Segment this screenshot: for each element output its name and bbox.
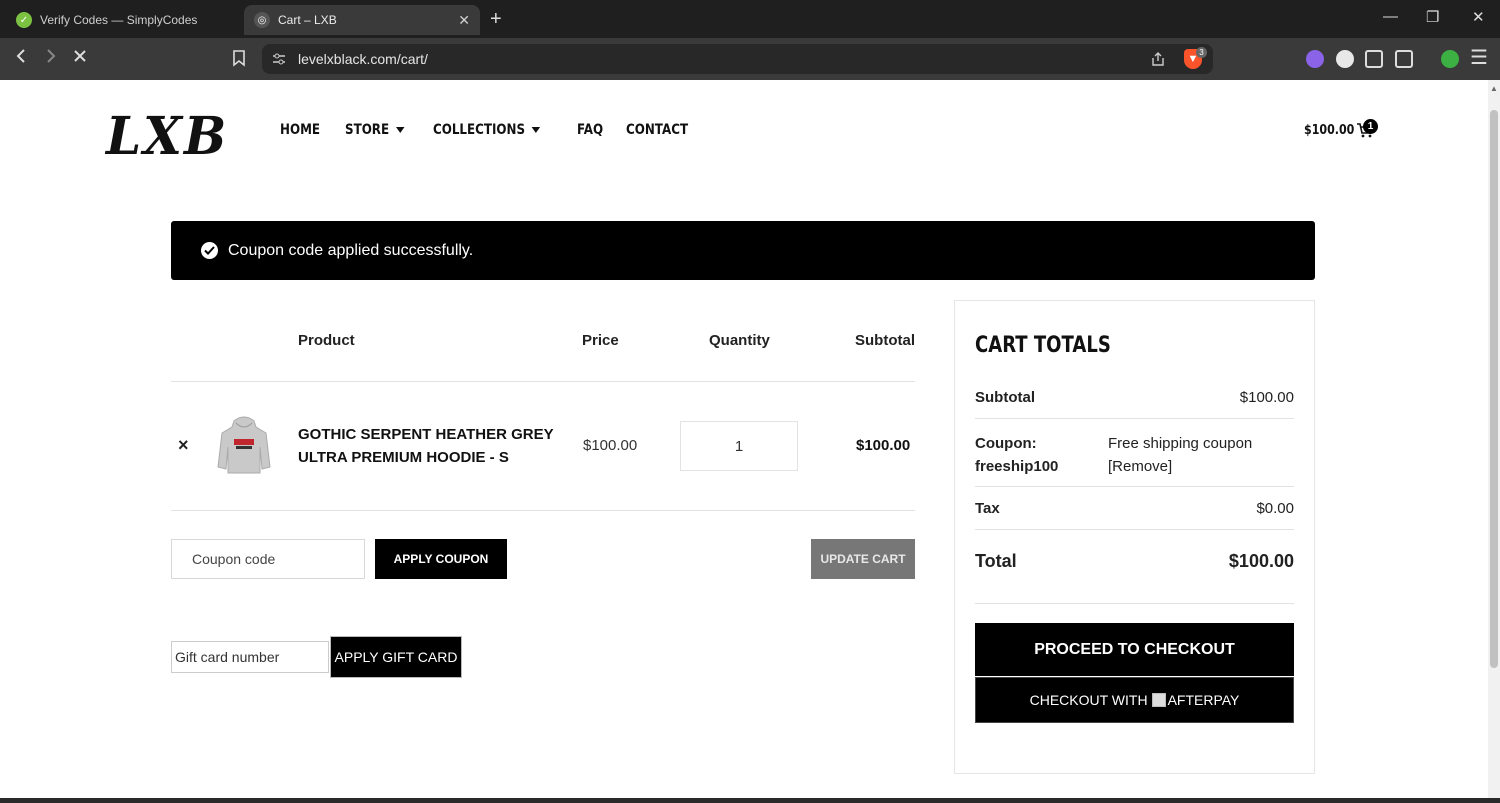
nav-home[interactable]: HOME <box>280 122 320 138</box>
shields-count-badge: 3 <box>1196 47 1207 58</box>
success-notice: Coupon code applied successfully. <box>171 221 1315 280</box>
nav-label: COLLECTIONS <box>433 122 526 138</box>
nav-store[interactable]: STORE <box>345 122 405 138</box>
afterpay-prefix: CHECKOUT WITH <box>1029 692 1148 708</box>
reader-mode-icon[interactable] <box>1395 50 1413 68</box>
browser-tab-bar: ✓ Verify Codes — SimplyCodes ◎ Cart – LX… <box>0 0 1500 38</box>
nav-label: FAQ <box>577 122 604 138</box>
minimize-button[interactable]: — <box>1383 8 1398 25</box>
close-icon <box>74 50 86 62</box>
total-value: $100.00 <box>1228 551 1294 571</box>
extension-icon[interactable] <box>1336 50 1354 68</box>
nav-collections[interactable]: COLLECTIONS <box>433 122 541 138</box>
divider <box>975 529 1294 530</box>
nav-faq[interactable]: FAQ <box>577 122 603 138</box>
nav-label: CONTACT <box>626 122 689 138</box>
caret-down-icon <box>396 127 405 133</box>
profile-avatar-icon[interactable] <box>1441 50 1459 68</box>
coupon-value: Free shipping coupon [Remove] <box>1108 432 1252 478</box>
share-icon[interactable] <box>1150 51 1166 72</box>
divider <box>975 418 1294 419</box>
bookmark-icon <box>233 50 245 67</box>
lxb-favicon-icon: ◎ <box>254 12 270 28</box>
proceed-to-checkout-button[interactable]: PROCEED TO CHECKOUT <box>975 623 1294 676</box>
coupon-label-line: Coupon: <box>975 435 1037 452</box>
simplycodes-favicon-icon: ✓ <box>16 12 32 28</box>
puzzle-icon[interactable] <box>1365 50 1383 68</box>
divider <box>171 510 915 511</box>
tab-title: Cart – LXB <box>278 13 337 27</box>
remove-item-button[interactable]: × <box>178 435 189 456</box>
web-page: LXB HOME STORE COLLECTIONS FAQ CONTACT $… <box>0 80 1488 798</box>
afterpay-logo: AFTERPAY <box>1151 692 1240 708</box>
coupon-code-name: freeship100 <box>975 458 1059 475</box>
nav-label: STORE <box>345 122 390 138</box>
caret-down-icon <box>531 127 541 133</box>
window-close-button[interactable]: ✕ <box>1472 8 1485 26</box>
chevron-left-icon <box>16 49 25 63</box>
site-logo[interactable]: LXB <box>106 105 228 167</box>
remove-coupon-link[interactable]: [Remove] <box>1108 455 1252 478</box>
tax-value: $0.00 <box>1256 500 1294 517</box>
subtotal-label: Subtotal <box>975 389 1035 406</box>
divider <box>975 603 1294 604</box>
tab-cart[interactable]: ◎ Cart – LXB ✕ <box>244 5 480 35</box>
bookmark-button[interactable] <box>232 49 246 72</box>
chevron-right-icon <box>47 49 56 63</box>
product-name-line: ULTRA PREMIUM HOODIE - S <box>298 449 509 466</box>
cart-totals-title: CART TOTALS <box>975 333 1111 358</box>
apply-coupon-button[interactable]: APPLY COUPON <box>375 539 507 579</box>
site-settings-icon[interactable] <box>272 52 286 71</box>
browser-toolbar: levelxblack.com/cart/ ▼ 3 ☰ <box>0 38 1500 80</box>
back-button[interactable] <box>14 48 28 68</box>
quantity-input[interactable]: 1 <box>680 421 798 471</box>
item-price: $100.00 <box>583 437 638 454</box>
apply-gift-card-button[interactable]: APPLY GIFT CARD <box>330 636 462 678</box>
tab-simplycodes[interactable]: ✓ Verify Codes — SimplyCodes <box>6 5 240 35</box>
afterpay-alt-text: AFTERPAY <box>1167 692 1240 708</box>
product-name-link[interactable]: GOTHIC SERPENT HEATHER GREY ULTRA PREMIU… <box>298 423 568 469</box>
item-subtotal: $100.00 <box>856 437 911 454</box>
product-thumbnail[interactable] <box>216 413 272 477</box>
nav-contact[interactable]: CONTACT <box>626 122 688 138</box>
subtotal-value: $100.00 <box>1239 389 1294 406</box>
total-label: Total <box>975 551 1017 571</box>
column-header-subtotal: Subtotal <box>855 332 915 349</box>
address-bar[interactable]: levelxblack.com/cart/ ▼ 3 <box>262 44 1213 74</box>
cart-totals-panel: CART TOTALS Subtotal $100.00 Coupon: fre… <box>954 300 1315 774</box>
column-header-quantity: Quantity <box>709 332 770 349</box>
page-scrollbar[interactable]: ▲ <box>1488 80 1500 798</box>
main-navigation: HOME STORE COLLECTIONS FAQ CONTACT <box>280 122 717 138</box>
coupon-description: Free shipping coupon <box>1108 435 1253 452</box>
broken-image-icon <box>1151 693 1166 707</box>
gift-card-input[interactable]: Gift card number <box>171 641 329 673</box>
coupon-label: Coupon: freeship100 <box>975 432 1058 478</box>
nav-label: HOME <box>280 122 321 138</box>
update-cart-button[interactable]: UPDATE CART <box>811 539 915 579</box>
header-cart-total[interactable]: $100.00 <box>1304 123 1354 138</box>
scroll-up-arrow-icon[interactable]: ▲ <box>1490 84 1498 93</box>
forward-button[interactable] <box>44 48 58 68</box>
tab-close-icon[interactable]: ✕ <box>458 12 470 29</box>
menu-icon[interactable]: ☰ <box>1470 48 1488 68</box>
column-header-price: Price <box>582 332 619 349</box>
column-header-product: Product <box>298 332 355 349</box>
restore-button[interactable]: ❐ <box>1426 8 1439 26</box>
tab-title: Verify Codes — SimplyCodes <box>40 13 198 27</box>
check-circle-icon <box>201 242 218 259</box>
notice-message: Coupon code applied successfully. <box>228 241 474 259</box>
stop-loading-button[interactable] <box>72 48 88 68</box>
new-tab-button[interactable]: + <box>490 8 502 30</box>
url-text[interactable]: levelxblack.com/cart/ <box>298 51 428 67</box>
coupon-code-input[interactable]: Coupon code <box>171 539 365 579</box>
window-bottom-edge <box>0 798 1500 803</box>
extension-icon[interactable] <box>1306 50 1324 68</box>
product-name-line: GOTHIC SERPENT HEATHER GREY <box>298 426 554 443</box>
tax-label: Tax <box>975 500 1000 517</box>
divider <box>975 486 1294 487</box>
cart-count-badge: 1 <box>1363 119 1378 134</box>
scrollbar-thumb[interactable] <box>1490 110 1498 668</box>
divider <box>171 381 915 382</box>
checkout-with-afterpay-button[interactable]: CHECKOUT WITH AFTERPAY <box>975 677 1294 723</box>
